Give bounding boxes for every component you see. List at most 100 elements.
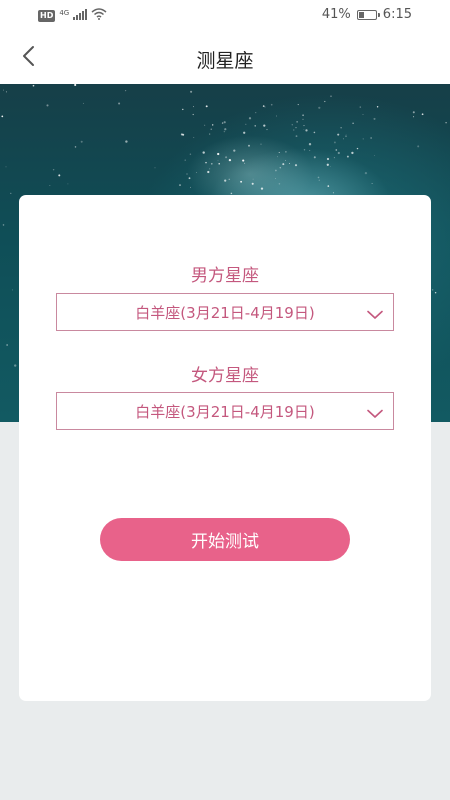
star [252,178,254,180]
star [362,138,364,140]
star [262,105,265,107]
star [193,106,194,108]
star [233,149,236,152]
star [333,141,336,144]
star [279,167,281,169]
star [5,166,7,168]
star [196,172,197,173]
star [266,129,268,131]
star [5,91,7,93]
star [374,155,375,156]
star [263,124,266,127]
star [254,125,256,127]
star [337,151,340,155]
star [313,131,316,134]
star [278,183,281,185]
star [297,104,299,106]
star [295,135,298,138]
star [295,126,297,129]
star [80,140,83,143]
male-zodiac-select[interactable]: 白羊座(3月21日-4月19日) [56,293,394,331]
wifi-icon [91,8,107,24]
star [376,106,379,108]
star [278,152,280,153]
star [337,133,340,136]
star [188,177,191,180]
star [204,124,206,126]
hd-badge: HD [38,10,56,22]
star [255,112,257,114]
star [351,151,354,155]
status-right: 41% 6:15 [322,7,412,22]
star [125,140,128,143]
star [209,133,211,135]
star [154,167,156,169]
female-zodiac-label: 女方星座 [191,366,259,386]
star [333,157,335,159]
star [285,151,287,153]
star [293,129,295,131]
star [14,364,17,367]
star [190,186,191,188]
star [32,84,35,87]
star [12,289,14,291]
star [309,150,311,151]
star [189,153,192,156]
star [342,138,344,140]
chevron-down-icon [367,305,383,324]
star [6,344,8,346]
star [58,174,61,177]
star [359,106,362,108]
star [190,90,193,93]
star [294,164,298,167]
star [276,115,278,117]
star [313,156,316,159]
star [3,89,4,91]
star [302,118,304,121]
star [52,168,55,171]
star [224,179,227,182]
star [82,102,84,104]
star [305,129,308,132]
star [180,133,183,136]
star [434,291,437,294]
star [244,162,246,164]
star [275,178,276,179]
star [288,163,290,164]
start-test-button[interactable]: 开始测试 [100,518,350,561]
star [210,128,212,130]
star [318,106,321,109]
star [318,179,320,181]
star [218,162,220,165]
star [335,149,338,151]
star [221,122,224,124]
star [182,108,184,111]
star [346,155,349,158]
nav-bar: 测星座 [0,32,450,84]
male-zodiac-value: 白羊座(3月21日-4月19日) [135,303,315,322]
female-zodiac-value: 白羊座(3月21日-4月19日) [135,402,315,421]
star [412,111,415,114]
signal-icon [73,8,88,24]
female-zodiac-select[interactable]: 白羊座(3月21日-4月19日) [56,392,394,430]
network-type: 4G [59,9,70,17]
star [217,152,220,156]
star [432,289,434,291]
star [413,116,415,118]
star [212,124,214,126]
star [205,105,208,108]
star [230,192,233,195]
star [186,173,188,175]
star [184,159,186,161]
star [74,146,77,148]
star [330,95,332,98]
star [260,143,262,145]
star [118,102,121,105]
star [224,128,227,131]
star [67,183,69,185]
star [327,185,330,187]
star [248,117,252,120]
star [245,123,247,125]
star [228,178,230,180]
battery-fill [358,11,365,18]
